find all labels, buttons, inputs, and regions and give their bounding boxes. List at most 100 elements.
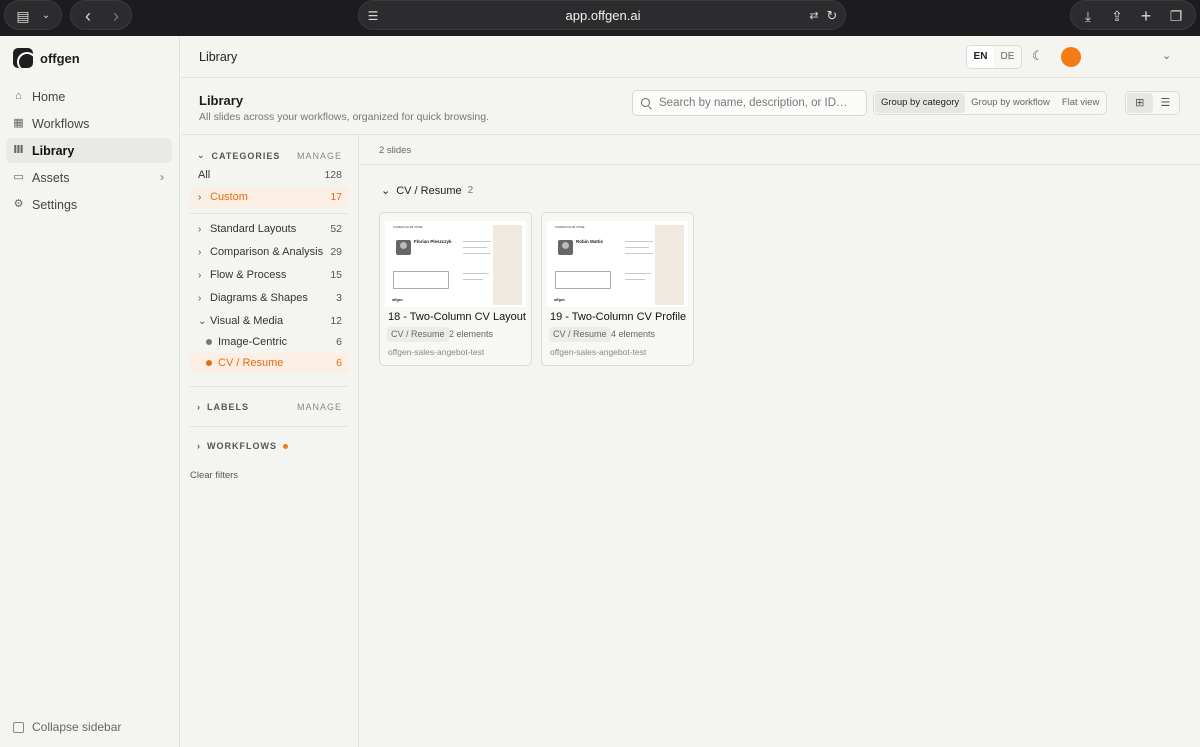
search-input[interactable]: [659, 97, 859, 109]
thumb-header-text: CURRICULUM VITAE: [393, 225, 423, 229]
filter-label: Image-Centric: [218, 336, 288, 348]
workflows-header[interactable]: › WORKFLOWS: [197, 441, 288, 451]
chevron-right-icon[interactable]: ›: [160, 170, 164, 184]
tabs-overview-icon[interactable]: ❐: [1165, 1, 1187, 31]
list-view-icon[interactable]: ☰: [1153, 93, 1179, 113]
chevron-down-icon[interactable]: ⌄: [37, 1, 55, 31]
nav-label: Library: [32, 143, 75, 158]
thumb-line: [463, 241, 491, 242]
brand[interactable]: offgen: [13, 48, 80, 68]
filter-custom[interactable]: › Custom 17: [190, 187, 348, 207]
nav-item-assets[interactable]: ▭ Assets ›: [6, 165, 172, 190]
labels-manage-link[interactable]: MANAGE: [297, 402, 342, 412]
nav-buttons: ‹ ›: [70, 0, 132, 30]
page-header: Library All slides across your workflows…: [181, 78, 1200, 135]
sidebar-panel-icon: [13, 721, 24, 733]
filter-label: All: [198, 169, 211, 181]
search-box[interactable]: [632, 90, 867, 116]
thumb-profile-box: [555, 271, 611, 289]
slide-count: 2 slides: [379, 145, 412, 156]
nav-item-home[interactable]: ⌂ Home: [6, 84, 172, 109]
thumb-side-column: [655, 225, 684, 305]
filter-diagrams-shapes[interactable]: › Diagrams & Shapes 3: [190, 288, 348, 308]
filter-standard-layouts[interactable]: › Standard Layouts 52: [190, 219, 348, 239]
new-tab-icon[interactable]: +: [1135, 1, 1157, 31]
nav-item-settings[interactable]: ⚙ Settings: [6, 192, 172, 217]
chevron-right-icon: ›: [197, 441, 201, 451]
chevron-down-icon[interactable]: ⌄: [1162, 49, 1171, 62]
share-icon[interactable]: ⇪: [1106, 1, 1128, 31]
filter-label: Comparison & Analysis: [210, 246, 324, 258]
active-filter-dot: [283, 443, 288, 449]
sidebar-icon[interactable]: ▤: [13, 1, 33, 31]
filter-cv-resume[interactable]: CV / Resume 6: [190, 353, 348, 373]
filter-flow-process[interactable]: › Flow & Process 15: [190, 265, 348, 285]
topbar: Library EN DE ☾ ⌄: [181, 36, 1200, 78]
thumb-line: [463, 279, 483, 280]
collapse-label: Collapse sidebar: [32, 720, 122, 734]
main-content: 2 slides ⌄ CV / Resume 2 CURRICULUM VITA…: [360, 135, 1200, 747]
slide-thumbnail: CURRICULUM VITAE Robin Mattis offgen: [547, 221, 688, 307]
group-by-workflow-button[interactable]: Group by workflow: [965, 93, 1056, 113]
thumb-person-name: Robin Mattis: [576, 239, 603, 244]
chevron-right-icon: ›: [198, 269, 202, 281]
address-bar[interactable]: ☰ app.offgen.ai ⇄ ↻: [358, 0, 846, 30]
page-subtitle: All slides across your workflows, organi…: [199, 111, 490, 123]
view-mode-toggle: ⊞ ☰: [1125, 91, 1180, 115]
divider: [190, 213, 348, 214]
filter-comparison-analysis[interactable]: › Comparison & Analysis 29: [190, 242, 348, 262]
flat-view-button[interactable]: Flat view: [1056, 93, 1105, 113]
filter-count: 29: [330, 246, 342, 258]
sidebar-toggle-pill[interactable]: ▤ ⌄: [4, 0, 62, 30]
app-sidebar: offgen ⌂ Home ▦ Workflows Ⅲ Library ▭ As…: [0, 36, 180, 747]
chevron-down-icon: ⌄: [381, 185, 391, 197]
page-title: Library: [199, 93, 244, 108]
filter-panel: ⌄ CATEGORIES MANAGE All 128 › Custom 17 …: [181, 135, 359, 747]
slide-card[interactable]: CURRICULUM VITAE Robin Mattis offgen 19 …: [541, 212, 694, 366]
translate-icon[interactable]: ⇄: [805, 1, 823, 31]
slide-card[interactable]: CURRICULUM VITAE Florian Pleszczyk offge…: [379, 212, 532, 366]
download-icon[interactable]: ⤓: [1077, 1, 1099, 31]
element-count: 4 elements: [611, 329, 656, 339]
filter-all[interactable]: All 128: [190, 165, 348, 185]
collapse-sidebar-button[interactable]: Collapse sidebar: [13, 720, 121, 734]
chevron-right-icon: ›: [198, 191, 202, 203]
lang-en-button[interactable]: EN: [967, 46, 994, 68]
clear-filters-link[interactable]: Clear filters: [190, 470, 238, 481]
card-title: 18 - Two-Column CV Layout: [388, 311, 526, 323]
thumb-line: [625, 273, 651, 274]
chevron-right-icon: ›: [197, 402, 201, 412]
filter-label: Diagrams & Shapes: [210, 292, 308, 304]
filter-count: 6: [336, 336, 342, 348]
filter-image-centric[interactable]: Image-Centric 6: [190, 332, 348, 352]
nav-item-library[interactable]: Ⅲ Library: [6, 138, 172, 163]
forward-icon[interactable]: ›: [105, 1, 127, 31]
breadcrumb-title: Library: [199, 50, 238, 64]
categories-header[interactable]: ⌄ CATEGORIES: [197, 150, 280, 161]
card-title: 19 - Two-Column CV Profile: [550, 311, 687, 323]
lang-de-button[interactable]: DE: [994, 46, 1021, 68]
filter-label: CV / Resume: [218, 357, 284, 369]
divider: [360, 164, 1200, 165]
browser-actions: ⤓ ⇪ + ❐: [1070, 0, 1196, 30]
chevron-right-icon: ›: [198, 246, 202, 258]
nav-item-workflows[interactable]: ▦ Workflows: [6, 111, 172, 136]
group-header[interactable]: ⌄ CV / Resume 2: [381, 184, 473, 198]
thumb-line: [625, 241, 653, 242]
labels-header[interactable]: › LABELS: [197, 402, 249, 412]
group-by-category-button[interactable]: Group by category: [875, 93, 966, 113]
filter-visual-media[interactable]: ⌄ Visual & Media 12: [190, 311, 348, 331]
reload-icon[interactable]: ↻: [823, 1, 841, 31]
categories-manage-link[interactable]: MANAGE: [297, 151, 342, 161]
back-icon[interactable]: ‹: [77, 1, 99, 31]
thumb-line: [625, 279, 645, 280]
brand-name: offgen: [40, 50, 80, 66]
dark-mode-icon[interactable]: ☾: [1032, 49, 1046, 63]
avatar[interactable]: [1061, 47, 1081, 67]
filter-count: 17: [330, 191, 342, 203]
chevron-down-icon: ⌄: [197, 150, 206, 160]
grid-view-icon[interactable]: ⊞: [1127, 93, 1153, 113]
search-icon: [641, 97, 652, 109]
filter-label: Custom: [210, 191, 248, 203]
workflows-title: WORKFLOWS: [207, 441, 277, 451]
